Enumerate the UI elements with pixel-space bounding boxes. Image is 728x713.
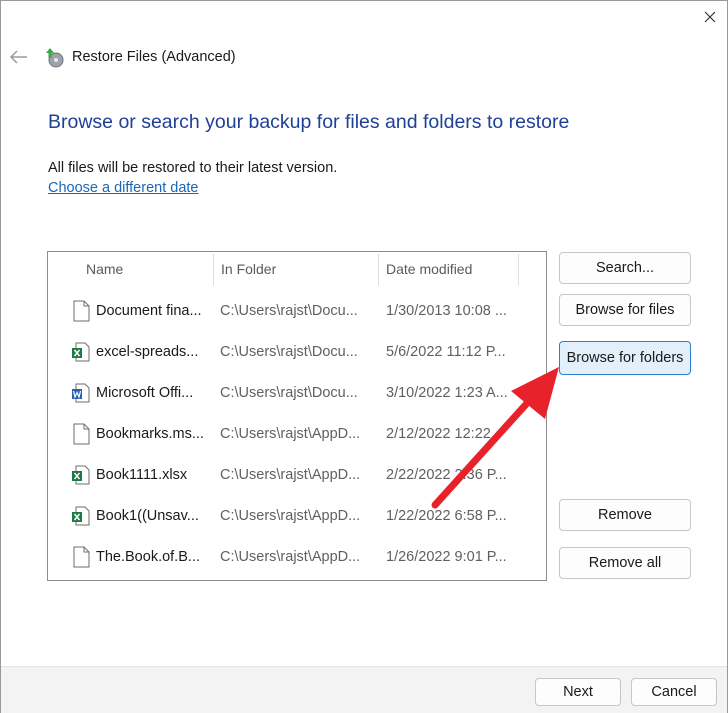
file-name: Bookmarks.ms...	[96, 426, 204, 442]
next-button[interactable]: Next	[535, 678, 621, 706]
file-folder: C:\Users\rajst\AppD...	[220, 426, 361, 442]
close-button[interactable]	[695, 5, 725, 29]
table-row[interactable]: Book1((Unsav... C:\Users\rajst\AppD... 1…	[48, 496, 546, 536]
file-folder: C:\Users\rajst\Docu...	[220, 385, 358, 401]
file-folder: C:\Users\rajst\Docu...	[220, 344, 358, 360]
info-text: All files will be restored to their late…	[48, 160, 338, 176]
file-list[interactable]: Name In Folder Date modified Document fi…	[47, 251, 547, 581]
table-row[interactable]: Microsoft Offi... C:\Users\rajst\Docu...…	[48, 373, 546, 413]
table-row[interactable]: Document fina... C:\Users\rajst\Docu... …	[48, 291, 546, 331]
file-name: Microsoft Offi...	[96, 385, 194, 401]
choose-date-link[interactable]: Choose a different date	[48, 180, 198, 196]
file-name: Document fina...	[96, 303, 202, 319]
restore-files-window: Restore Files (Advanced) Browse or searc…	[0, 0, 728, 713]
remove-all-button[interactable]: Remove all	[559, 547, 691, 579]
file-folder: C:\Users\rajst\AppD...	[220, 508, 361, 524]
excel-file-icon	[72, 506, 90, 526]
file-date: 1/22/2022 6:58 P...	[386, 508, 507, 524]
document-icon	[73, 423, 90, 445]
restore-files-icon	[46, 46, 66, 68]
file-name: Book1((Unsav...	[96, 508, 199, 524]
column-divider[interactable]	[518, 254, 519, 286]
window-title: Restore Files (Advanced)	[72, 49, 236, 65]
table-row[interactable]: Book1111.xlsx C:\Users\rajst\AppD... 2/2…	[48, 455, 546, 495]
close-icon	[704, 11, 716, 23]
word-file-icon	[72, 383, 90, 403]
table-row[interactable]: Bookmarks.ms... C:\Users\rajst\AppD... 2…	[48, 414, 546, 454]
file-name: The.Book.of.B...	[96, 549, 200, 565]
document-icon	[73, 300, 90, 322]
column-divider[interactable]	[378, 254, 379, 286]
file-folder: C:\Users\rajst\Docu...	[220, 303, 358, 319]
file-date: 2/22/2022 2:36 P...	[386, 467, 507, 483]
column-header-folder[interactable]: In Folder	[221, 252, 379, 286]
file-date: 1/26/2022 9:01 P...	[386, 549, 507, 565]
browse-files-button[interactable]: Browse for files	[559, 294, 691, 326]
file-date: 5/6/2022 11:12 P...	[386, 344, 506, 360]
document-icon	[73, 546, 90, 568]
remove-button[interactable]: Remove	[559, 499, 691, 531]
file-folder: C:\Users\rajst\AppD...	[220, 467, 361, 483]
browse-folders-button[interactable]: Browse for folders	[559, 341, 691, 375]
file-date: 2/12/2022 12:22	[386, 426, 491, 442]
back-arrow-icon	[10, 50, 27, 64]
column-header-date[interactable]: Date modified	[386, 252, 518, 286]
column-divider[interactable]	[213, 254, 214, 286]
file-date: 3/10/2022 1:23 A...	[386, 385, 508, 401]
file-name: excel-spreads...	[96, 344, 199, 360]
file-date: 1/30/2013 10:08 ...	[386, 303, 507, 319]
column-header-name[interactable]: Name	[86, 252, 212, 286]
table-row[interactable]: excel-spreads... C:\Users\rajst\Docu... …	[48, 332, 546, 372]
excel-file-icon	[72, 342, 90, 362]
cancel-button[interactable]: Cancel	[631, 678, 717, 706]
file-folder: C:\Users\rajst\AppD...	[220, 549, 361, 565]
file-name: Book1111.xlsx	[96, 467, 188, 483]
excel-file-icon	[72, 465, 90, 485]
page-heading: Browse or search your backup for files a…	[48, 111, 570, 133]
table-row[interactable]: The.Book.of.B... C:\Users\rajst\AppD... …	[48, 537, 546, 577]
back-button[interactable]	[7, 45, 31, 69]
search-button[interactable]: Search...	[559, 252, 691, 284]
